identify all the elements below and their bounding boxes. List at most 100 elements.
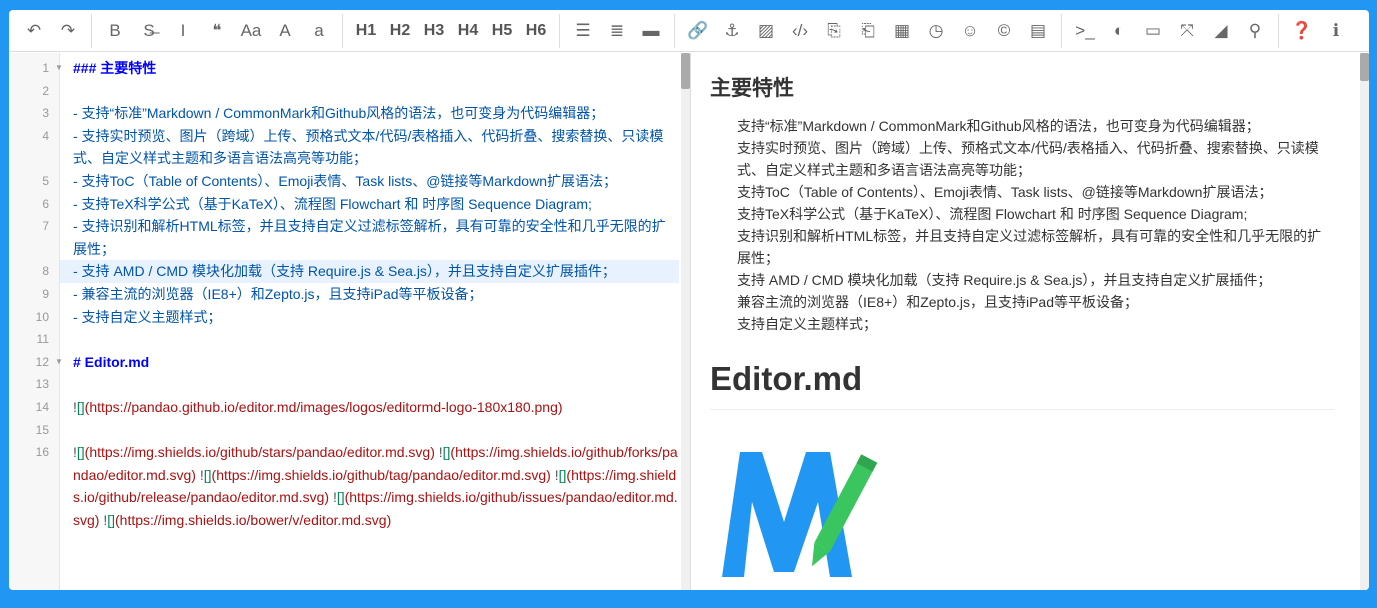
code-line[interactable]: 9 - 兼容主流的浏览器（IE8+）和Zepto.js，且支持iPad等平板设备；	[42, 283, 679, 306]
line-number: 5	[42, 173, 49, 188]
scrollbar-thumb[interactable]	[681, 53, 690, 89]
h5-button[interactable]: H5	[485, 16, 519, 46]
lowercase-icon[interactable]: a	[302, 16, 336, 46]
image-icon[interactable]: ▨	[749, 16, 783, 46]
token-hd: # Editor.md	[73, 353, 150, 370]
toolbar-separator	[559, 13, 560, 48]
code-block-icon[interactable]: ⎗	[851, 16, 885, 46]
table-icon[interactable]: ▦	[885, 16, 919, 46]
datetime-icon[interactable]: ◷	[919, 16, 953, 46]
uppercase-icon[interactable]: Aa	[234, 16, 268, 46]
markdown-editor[interactable]: 1 ▼ ### 主要特性 2 3 - 支持“标准”Markdown / CommonMa…	[9, 53, 690, 590]
h4-button[interactable]: H4	[451, 16, 485, 46]
code-line[interactable]: 16 ![](https://img.shields.io/github/star…	[36, 441, 679, 531]
code-line[interactable]: 6 - 支持TeX科学公式（基于KaTeX）、流程图 Flowchart 和 时序…	[42, 193, 679, 216]
info-icon[interactable]: ℹ	[1319, 16, 1353, 46]
search-icon[interactable]: ⚲	[1238, 16, 1272, 46]
preview-list-item: 支持ToC（Table of Contents）、Emoji表情、Task li…	[737, 184, 1273, 200]
line-number: 8	[42, 264, 49, 279]
unwatch-icon[interactable]: ◐	[1102, 16, 1136, 46]
code-line[interactable]: 14 ![](https://pandao.github.io/editor.md…	[36, 396, 679, 419]
bold-icon[interactable]: B	[98, 16, 132, 46]
redo-icon[interactable]: ↷	[51, 16, 85, 46]
fold-arrow-icon[interactable]: ▼	[55, 57, 63, 80]
unordered-list-icon[interactable]: ☰	[566, 16, 600, 46]
h1-button[interactable]: H1	[349, 16, 383, 46]
preview-icon[interactable]: ▭	[1136, 16, 1170, 46]
html-entities-icon[interactable]: ©	[987, 16, 1021, 46]
goto-line-icon[interactable]: >_	[1068, 16, 1102, 46]
line-number: 15	[35, 422, 49, 437]
token-br: []	[203, 466, 212, 483]
strikethrough-icon[interactable]: S̶	[132, 16, 166, 46]
code-line[interactable]: 4 - 支持实时预览、图片（跨域）上传、预格式文本/代码/表格插入、代码折叠、搜索…	[42, 125, 679, 170]
code-line[interactable]: 15	[36, 419, 679, 442]
preview-heading-editormd: Editor.md	[710, 357, 1334, 410]
preview-heading-features: 主要特性	[710, 77, 794, 100]
line-number: 10	[35, 309, 49, 324]
code-line[interactable]: 3 - 支持“标准”Markdown / CommonMark和Github风格的…	[42, 102, 679, 125]
link-icon[interactable]: 🔗	[681, 16, 715, 46]
line-number: 4	[42, 128, 49, 143]
code-area[interactable]: 1 ▼ ### 主要特性 2 3 - 支持“标准”Markdown / CommonMa…	[36, 57, 679, 531]
code-icon[interactable]: ‹/›	[783, 16, 817, 46]
help-icon[interactable]: ❓	[1285, 16, 1319, 46]
code-line[interactable]: 1 ▼ ### 主要特性	[42, 57, 679, 80]
line-number: 16	[35, 445, 49, 460]
line-text: ![](https://pandao.github.io/editor.md/i…	[73, 396, 563, 419]
scrollbar-thumb[interactable]	[1360, 53, 1369, 81]
clear-icon[interactable]: ◢	[1204, 16, 1238, 46]
fold-arrow-icon[interactable]: ▼	[55, 351, 63, 374]
code-line[interactable]: 2	[42, 80, 679, 103]
token-li: - 支持“标准”Markdown / CommonMark和Github风格的语…	[73, 105, 605, 122]
line-text: - 支持“标准”Markdown / CommonMark和Github风格的语…	[73, 102, 604, 125]
fullscreen-icon[interactable]: ⤧	[1170, 16, 1204, 46]
h3-button[interactable]: H3	[417, 16, 451, 46]
preview-list-item: 支持自定义主题样式；	[737, 316, 877, 332]
editor-scrollbar[interactable]	[681, 53, 690, 590]
token-br: []	[76, 398, 85, 415]
preview-list-item: 支持识别和解析HTML标签，并且支持自定义过滤标签解析，具有可靠的安全性和几乎无…	[737, 228, 1322, 266]
code-line[interactable]: 12 ▼ # Editor.md	[36, 351, 679, 374]
line-number: 11	[36, 332, 49, 347]
line-number: 14	[35, 399, 49, 414]
h6-button[interactable]: H6	[519, 16, 553, 46]
token-li: - 支持识别和解析HTML标签，并且支持自定义过滤标签解析，具有可靠的安全性和几…	[73, 218, 666, 257]
line-number: 9	[42, 286, 49, 301]
pagebreak-icon[interactable]: ▤	[1021, 16, 1055, 46]
line-number: 12	[35, 354, 49, 369]
line-text: - 支持TeX科学公式（基于KaTeX）、流程图 Flowchart 和 时序图…	[73, 193, 592, 216]
line-text: - 支持识别和解析HTML标签，并且支持自定义过滤标签解析，具有可靠的安全性和几…	[73, 215, 679, 260]
token-br: []	[107, 511, 116, 528]
code-line[interactable]: 8 - 支持 AMD / CMD 模块化加载（支持 Require.js & Se…	[42, 260, 679, 283]
title-case-icon[interactable]: A	[268, 16, 302, 46]
ordered-list-icon[interactable]: ≣	[600, 16, 634, 46]
preview-list-item: 支持实时预览、图片（跨域）上传、预格式文本/代码/表格插入、代码折叠、搜索替换、…	[737, 140, 1319, 178]
preformatted-code-icon[interactable]: ⎘	[817, 16, 851, 46]
code-line[interactable]: 11	[37, 328, 679, 351]
editormd-logo	[722, 452, 878, 577]
italic-icon[interactable]: I	[166, 16, 200, 46]
token-br: []	[76, 444, 85, 461]
code-line[interactable]: 10 - 支持自定义主题样式；	[36, 306, 679, 329]
code-line[interactable]: 7 - 支持识别和解析HTML标签，并且支持自定义过滤标签解析，具有可靠的安全性和…	[42, 215, 679, 260]
preview-list-item: 支持TeX科学公式（基于KaTeX）、流程图 Flowchart 和 时序图 S…	[737, 206, 1248, 222]
preview-list-item: 支持“标准”Markdown / CommonMark和Github风格的语法，…	[737, 118, 1260, 134]
toolbar-separator	[674, 13, 675, 48]
token-hd: ### 主要特性	[73, 60, 157, 76]
h2-button[interactable]: H2	[383, 16, 417, 46]
undo-icon[interactable]: ↶	[17, 16, 51, 46]
line-text: - 支持 AMD / CMD 模块化加载（支持 Require.js & Sea…	[73, 260, 616, 283]
preview-scrollbar[interactable]	[1360, 53, 1369, 590]
quote-icon[interactable]: ❝	[200, 16, 234, 46]
line-text	[73, 328, 77, 351]
code-line[interactable]: 5 - 支持ToC（Table of Contents）、Emoji表情、Task…	[42, 170, 679, 193]
code-line[interactable]: 13	[36, 373, 679, 396]
toolbar-separator	[91, 13, 92, 48]
horizontal-rule-icon[interactable]: ▬	[634, 16, 668, 46]
token-br: []	[336, 489, 345, 506]
anchor-icon[interactable]: ⚓	[715, 16, 749, 46]
toolbar-separator	[1278, 13, 1279, 48]
emoji-icon[interactable]: ☺	[953, 16, 987, 46]
line-text: - 支持自定义主题样式；	[73, 306, 222, 329]
